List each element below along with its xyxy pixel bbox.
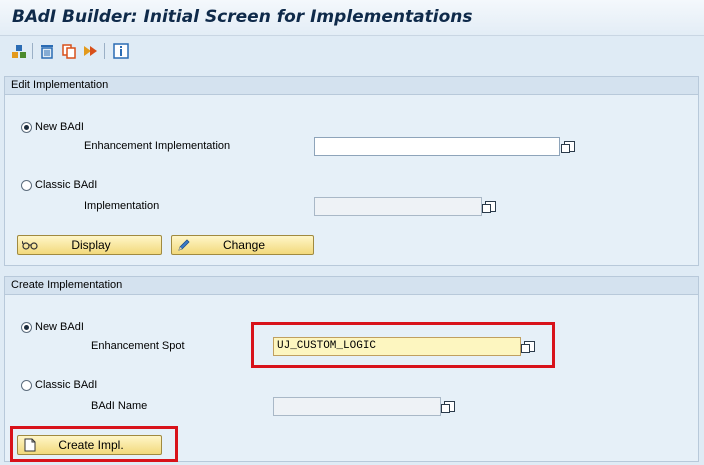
change-button[interactable]: Change: [171, 235, 314, 255]
toolbar-separator: [32, 43, 33, 59]
glasses-icon: [21, 236, 39, 254]
delete-icon[interactable]: [38, 42, 56, 60]
edit-classic-badi-label: Classic BAdI: [35, 179, 98, 191]
value-help-icon[interactable]: [560, 138, 577, 154]
create-new-badi-radio[interactable]: New BAdI: [21, 321, 84, 333]
implementation-input[interactable]: [314, 197, 482, 216]
toolbar-separator: [104, 43, 105, 59]
value-help-icon[interactable]: [481, 198, 498, 214]
value-help-icon[interactable]: [440, 398, 457, 414]
create-group-header: Create Implementation: [5, 277, 698, 295]
other-object-icon[interactable]: [10, 42, 28, 60]
create-new-badi-label: New BAdI: [35, 321, 84, 333]
edit-classic-badi-radio[interactable]: Classic BAdI: [21, 179, 97, 191]
edit-group-header: Edit Implementation: [5, 77, 698, 95]
change-button-label: Change: [222, 238, 266, 252]
enhancement-implementation-label: Enhancement Implementation: [84, 140, 231, 152]
rename-icon[interactable]: [82, 42, 100, 60]
info-icon[interactable]: [112, 42, 130, 60]
badi-name-label: BAdI Name: [91, 400, 148, 412]
enhancement-implementation-input[interactable]: [314, 137, 560, 156]
edit-new-badi-radio[interactable]: New BAdI: [21, 121, 84, 133]
edit-implementation-group: Edit Implementation New BAdI Enhancement…: [4, 76, 699, 266]
edit-new-badi-label: New BAdI: [35, 121, 84, 133]
enhancement-spot-label: Enhancement Spot: [91, 340, 185, 352]
pencil-icon: [175, 236, 193, 254]
display-button-label: Display: [71, 238, 111, 252]
implementation-label: Implementation: [84, 200, 160, 212]
page-title: BAdI Builder: Initial Screen for Impleme…: [12, 7, 473, 27]
radio-selected-icon: [21, 121, 32, 133]
radio-unselected-icon: [21, 179, 32, 191]
enhancement-spot-highlight: [251, 322, 555, 368]
create-classic-badi-radio[interactable]: Classic BAdI: [21, 379, 97, 391]
radio-unselected-icon: [21, 379, 32, 391]
application-toolbar: [0, 37, 704, 65]
badi-name-input[interactable]: [273, 397, 441, 416]
copy-icon[interactable]: [60, 42, 78, 60]
create-classic-badi-label: Classic BAdI: [35, 379, 98, 391]
radio-selected-icon: [21, 321, 32, 333]
create-impl-highlight: [10, 426, 178, 462]
display-button[interactable]: Display: [17, 235, 162, 255]
title-bar: BAdI Builder: Initial Screen for Impleme…: [0, 0, 704, 36]
